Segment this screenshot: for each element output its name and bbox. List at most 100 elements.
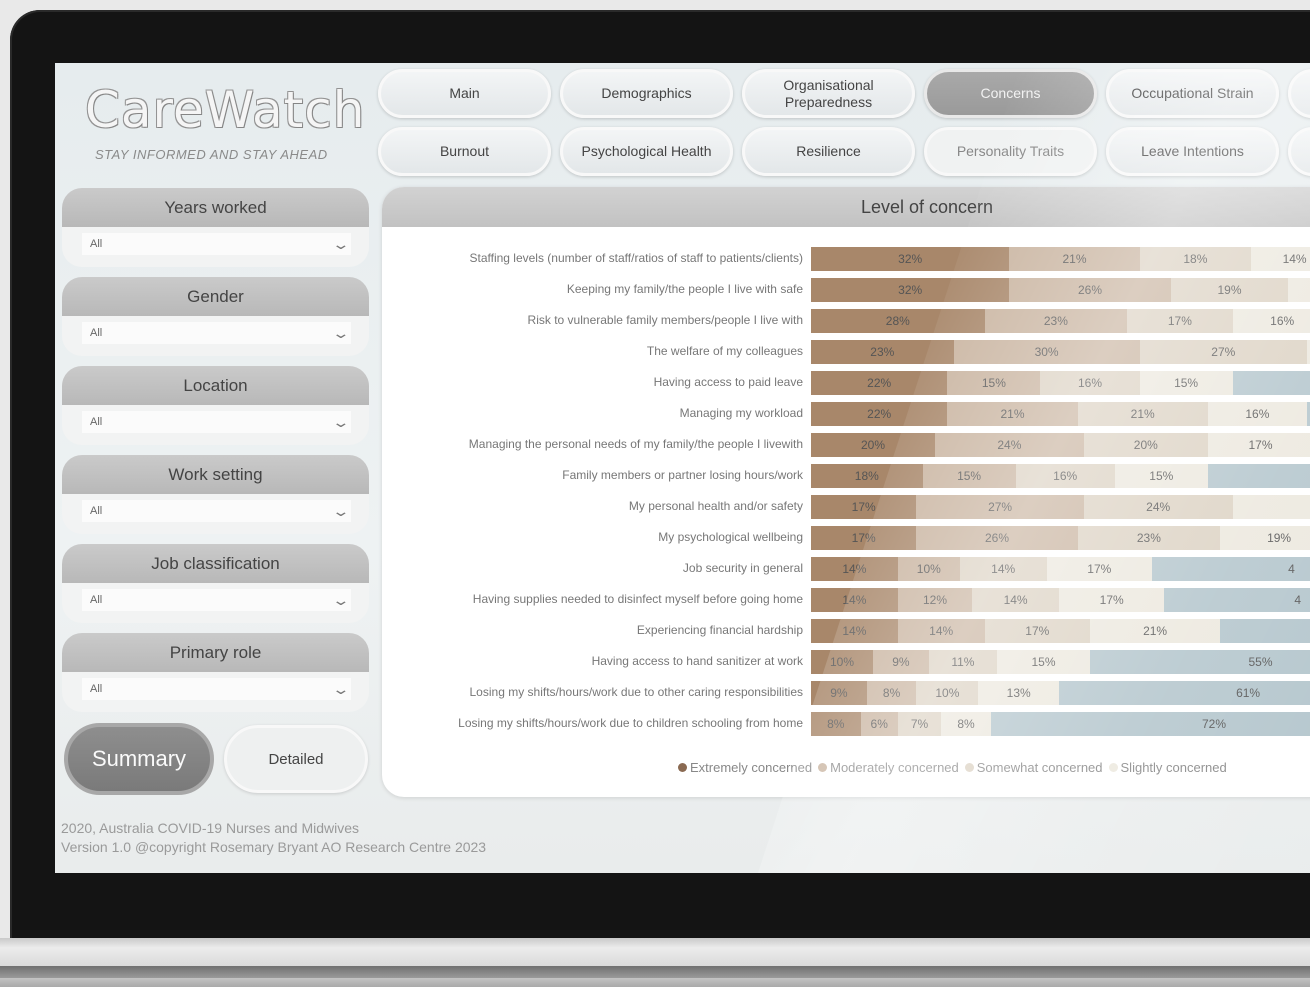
bar-segment-extremely[interactable]: 17%	[811, 526, 917, 550]
bar-segment-moderately[interactable]: 9%	[873, 650, 929, 674]
bar-segment-extremely[interactable]: 28%	[811, 309, 985, 333]
tab-blank-5[interactable]	[1288, 69, 1310, 118]
bar-segment-somewhat[interactable]: 18%	[1139, 247, 1252, 271]
bar-segment-slightly[interactable]: 19%	[1220, 526, 1310, 550]
tab-personality-traits[interactable]: Personality Traits	[924, 127, 1097, 176]
bar-segment-extremely[interactable]: 20%	[811, 433, 935, 457]
bar-segment-moderately[interactable]: 10%	[897, 557, 960, 581]
bar-segment-extremely[interactable]: 14%	[811, 619, 898, 643]
footer-line-2: Version 1.0 @copyright Rosemary Bryant A…	[61, 839, 487, 855]
filter-dropdown[interactable]: All ⌄	[82, 589, 351, 611]
tab-resilience[interactable]: Resilience	[742, 127, 915, 176]
tab-concerns[interactable]: Concerns	[924, 69, 1097, 118]
bar-segment-somewhat[interactable]: 23%	[1077, 526, 1221, 550]
filter-years-worked: Years worked All ⌄	[62, 188, 369, 267]
bar-segment-moderately[interactable]: 6%	[860, 712, 898, 736]
footer: 2020, Australia COVID-19 Nurses and Midw…	[61, 819, 486, 857]
tab-leave-intentions[interactable]: Leave Intentions	[1106, 127, 1279, 176]
tab-organisational-preparedness[interactable]: Organisational Preparedness	[742, 69, 915, 118]
bar-segment-somewhat[interactable]: 17%	[1127, 309, 1233, 333]
chart-row: Experiencing financial hardship 14% 14% 17%…	[382, 616, 1310, 647]
bar-segment-extremely[interactable]: 32%	[811, 278, 1010, 302]
chart-row: Having supplies needed to disinfect myse…	[382, 585, 1310, 616]
bar-segment-slightly[interactable]: 17%	[1207, 433, 1310, 457]
bar-segment-somewhat[interactable]: 24%	[1083, 495, 1233, 519]
filter-dropdown[interactable]: All ⌄	[82, 678, 351, 700]
bar-segment-slightly[interactable]: 14%	[1251, 247, 1310, 271]
bar-segment-extremely[interactable]: 22%	[811, 402, 948, 426]
bar-segment-somewhat[interactable]: 14%	[972, 588, 1059, 612]
summary-button[interactable]: Summary	[64, 723, 214, 795]
tab-demographics[interactable]: Demographics	[560, 69, 733, 118]
bar-segment-moderately[interactable]: 23%	[984, 309, 1128, 333]
bar-segment-extremely[interactable]: 22%	[811, 371, 948, 395]
bar-segment-slightly[interactable]: 16%	[1232, 309, 1310, 333]
bar-segment-extremely[interactable]: 9%	[811, 681, 867, 705]
bar-segment-somewhat[interactable]: 10%	[916, 681, 979, 705]
filter-dropdown[interactable]: All ⌄	[82, 500, 351, 522]
bar-segment-not[interactable]: 72%	[990, 712, 1310, 736]
bar-segment-slightly[interactable]: 13%	[978, 681, 1059, 705]
bar-segment-slightly[interactable]: 17%	[1046, 557, 1152, 581]
category-label: Keeping my family/the people I live with…	[566, 282, 803, 296]
bar-segment-somewhat[interactable]: 16%	[1040, 371, 1140, 395]
chart-legend: Extremely concerned Moderately concerned S…	[672, 760, 1227, 775]
bar-segment-extremely[interactable]: 10%	[811, 650, 873, 674]
bar-segment-moderately[interactable]: 26%	[1009, 278, 1171, 302]
bar-segment-slightly[interactable]	[1232, 495, 1310, 519]
bar-segment-not[interactable]: 4	[1152, 557, 1310, 581]
bar-segment-not[interactable]	[1207, 464, 1310, 488]
bar-segment-slightly[interactable]: 17%	[1059, 588, 1165, 612]
bar-segment-somewhat[interactable]: 16%	[1015, 464, 1115, 488]
bar-segment-moderately[interactable]: 21%	[947, 402, 1078, 426]
tab-occupational-strain[interactable]: Occupational Strain	[1106, 69, 1279, 118]
bar-segment-not[interactable]	[1232, 371, 1310, 395]
bar-segment-moderately[interactable]: 30%	[953, 340, 1140, 364]
bar-segment-not[interactable]: 55%	[1090, 650, 1310, 674]
bar-segment-extremely[interactable]: 23%	[811, 340, 954, 364]
filter-dropdown[interactable]: All ⌄	[82, 411, 351, 433]
bar-segment-slightly[interactable]	[1288, 278, 1310, 302]
tab-main[interactable]: Main	[378, 69, 551, 118]
bar-segment-somewhat[interactable]: 20%	[1083, 433, 1208, 457]
category-label: Having access to paid leave	[653, 375, 803, 389]
bar-segment-extremely[interactable]: 8%	[811, 712, 861, 736]
bar-segment-extremely[interactable]: 14%	[811, 588, 898, 612]
tab-psychological-health[interactable]: Psychological Health	[560, 127, 733, 176]
bar-segment-somewhat[interactable]: 7%	[897, 712, 942, 736]
bar-segment-extremely[interactable]: 17%	[811, 495, 917, 519]
filter-dropdown[interactable]: All ⌄	[82, 233, 351, 255]
bar-segment-moderately[interactable]: 14%	[897, 619, 985, 643]
bar-segment-slightly[interactable]: 21%	[1090, 619, 1221, 643]
filter-dropdown[interactable]: All ⌄	[82, 322, 351, 344]
bar-segment-somewhat[interactable]: 19%	[1170, 278, 1289, 302]
tab-blank-11[interactable]	[1288, 127, 1310, 176]
bar-segment-moderately[interactable]: 26%	[916, 526, 1078, 550]
bar-segment-extremely[interactable]: 14%	[811, 557, 898, 581]
bar-segment-slightly[interactable]: 15%	[1139, 371, 1233, 395]
bar-segment-not[interactable]	[1220, 619, 1310, 643]
bar-segment-not[interactable]: 4	[1164, 588, 1310, 612]
tab-burnout[interactable]: Burnout	[378, 127, 551, 176]
bar-segment-moderately[interactable]: 15%	[947, 371, 1041, 395]
category-label: Family members or partner losing hours/w…	[562, 468, 803, 482]
bar-segment-moderately[interactable]: 24%	[935, 433, 1084, 457]
bar-segment-slightly[interactable]: 15%	[997, 650, 1090, 674]
bar-segment-slightly[interactable]: 15%	[1114, 464, 1208, 488]
bar-segment-extremely[interactable]: 18%	[811, 464, 923, 488]
bar-segment-moderately[interactable]: 27%	[916, 495, 1084, 519]
bar-segment-extremely[interactable]: 32%	[811, 247, 1010, 271]
bar-segment-slightly[interactable]: 16%	[1207, 402, 1307, 426]
bar-segment-somewhat[interactable]: 17%	[984, 619, 1090, 643]
bar-segment-somewhat[interactable]: 11%	[928, 650, 997, 674]
bar-segment-somewhat[interactable]: 27%	[1139, 340, 1307, 364]
bar-segment-somewhat[interactable]: 21%	[1077, 402, 1208, 426]
bar-segment-slightly[interactable]: 8%	[941, 712, 991, 736]
bar-segment-not[interactable]: 61%	[1059, 681, 1310, 705]
bar-segment-moderately[interactable]: 15%	[922, 464, 1016, 488]
bar-segment-moderately[interactable]: 21%	[1009, 247, 1140, 271]
detailed-button[interactable]: Detailed	[224, 725, 368, 793]
bar-segment-moderately[interactable]: 8%	[866, 681, 917, 705]
bar-segment-somewhat[interactable]: 14%	[959, 557, 1047, 581]
bar-segment-moderately[interactable]: 12%	[897, 588, 973, 612]
